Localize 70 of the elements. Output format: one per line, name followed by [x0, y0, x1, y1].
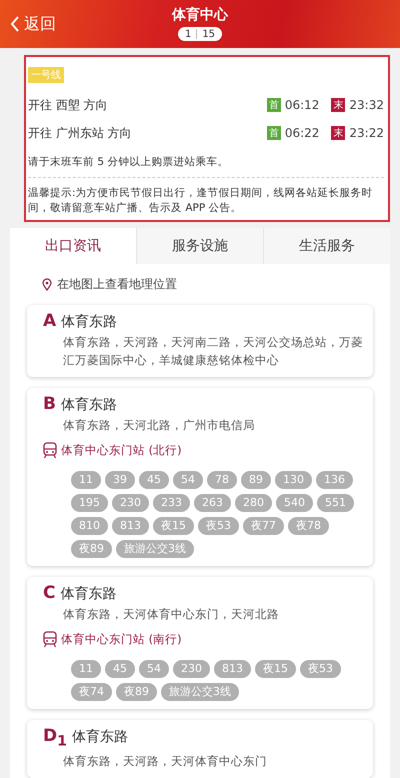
- bus-route-chip[interactable]: 78: [207, 471, 237, 490]
- bus-route-chip[interactable]: 夜89: [71, 540, 112, 558]
- bus-route-chip[interactable]: 夜53: [300, 660, 341, 678]
- bus-route-chip[interactable]: 810: [71, 517, 108, 536]
- last-train-badge: 末: [331, 98, 346, 112]
- bus-route-chip[interactable]: 夜15: [255, 660, 296, 678]
- exit-letter: C: [43, 583, 56, 604]
- bus-route-chip[interactable]: 230: [112, 494, 149, 512]
- bus-route-chip[interactable]: 夜89: [116, 683, 157, 702]
- line-badge: 一号线: [28, 67, 64, 83]
- bus-route-chip[interactable]: 45: [105, 660, 135, 678]
- train-icon: [43, 442, 57, 460]
- last-train-time: 23:22: [349, 126, 384, 140]
- tab[interactable]: 生活服务: [263, 228, 390, 264]
- first-train-badge: 首: [266, 98, 281, 112]
- exit-title: 体育东路: [72, 728, 128, 746]
- first-train-time: 06:22: [284, 126, 320, 140]
- bus-route-chip[interactable]: 233: [153, 494, 190, 512]
- bus-route-chip[interactable]: 夜74: [71, 683, 112, 702]
- direction-label: 开往 西塱 方向: [28, 96, 109, 114]
- tip-text: 温馨提示:为方便市民节假日出行，逢节假日期间，线网各站延长服务时间，敬请留意车站广播、告示及 APP 公告。: [28, 186, 374, 216]
- direction-label: 开往 广州东站 方向: [28, 124, 133, 142]
- bus-route-chip[interactable]: 45: [139, 471, 169, 490]
- bus-route-chip[interactable]: 263: [194, 494, 231, 512]
- bus-route-chip[interactable]: 540: [276, 494, 313, 512]
- exit-address: 体育东路，天河路，天河南二路，天河公交场总站，万菱汇万菱国际中心，羊城健康慈铭体检中心: [63, 334, 363, 369]
- bus-route-chip[interactable]: 11: [71, 660, 101, 678]
- last-train-badge: 末: [331, 126, 346, 140]
- map-location-link[interactable]: 在地图上查看地理位置: [10, 264, 390, 306]
- tab[interactable]: 服务设施: [136, 228, 263, 264]
- bus-route-chip[interactable]: 旅游公交3线: [116, 540, 194, 558]
- bus-route-chip[interactable]: 551: [317, 494, 354, 512]
- exit-title: 体育东路: [60, 396, 117, 414]
- back-chevron-icon: [10, 16, 20, 32]
- back-button[interactable]: 返回: [0, 14, 56, 34]
- bus-route-chip[interactable]: 813: [214, 660, 251, 678]
- bus-route-chip[interactable]: 夜78: [288, 517, 329, 536]
- exit-letter: A: [43, 311, 56, 332]
- bus-route-chip[interactable]: 813: [112, 517, 149, 536]
- station-name: 体育中心东门站 (北行): [61, 443, 182, 458]
- bus-route-chip[interactable]: 旅游公交3线: [161, 683, 239, 702]
- exit-address: 体育东路，天河北路，广州市电信局: [63, 416, 256, 434]
- bus-route-chip[interactable]: 230: [173, 660, 210, 678]
- bus-route-chip[interactable]: 130: [275, 471, 312, 490]
- station-name: 体育中心东门站 (南行): [61, 632, 182, 648]
- bus-route-chip[interactable]: 夜53: [198, 517, 239, 536]
- bus-route-chip[interactable]: 39: [105, 471, 135, 490]
- bus-route-chip[interactable]: 11: [71, 471, 101, 490]
- bus-route-chip[interactable]: 280: [235, 494, 272, 512]
- bus-route-chip[interactable]: 54: [139, 660, 169, 678]
- location-pin-icon: [42, 278, 52, 292]
- bus-route-chip[interactable]: 夜15: [153, 517, 194, 536]
- exit-title: 体育东路: [61, 313, 118, 332]
- last-train-time: 23:32: [349, 98, 384, 112]
- page-indicator: 1 15: [178, 27, 222, 41]
- bus-route-chip[interactable]: 136: [316, 471, 353, 490]
- first-train-badge: 首: [266, 126, 281, 140]
- first-train-time: 06:12: [284, 98, 320, 112]
- page-title: 体育中心: [172, 6, 228, 24]
- bus-route-chip[interactable]: 89: [241, 471, 271, 490]
- exit-letter: B: [43, 394, 56, 414]
- exit-address: 体育东路，天河路，天河体育中心东门: [63, 752, 268, 770]
- notice-text: 请于末班车前 5 分钟以上购票进站乘车。: [28, 155, 384, 178]
- train-icon: [43, 631, 57, 648]
- bus-route-chip[interactable]: 54: [173, 471, 203, 490]
- bus-route-chip[interactable]: 夜77: [243, 517, 284, 536]
- exit-title: 体育东路: [60, 585, 116, 604]
- exit-address: 体育东路，天河体育中心东门，天河北路: [63, 606, 280, 624]
- exit-letter: D$_{1}$: [43, 726, 67, 750]
- bus-route-chip[interactable]: 195: [71, 494, 108, 512]
